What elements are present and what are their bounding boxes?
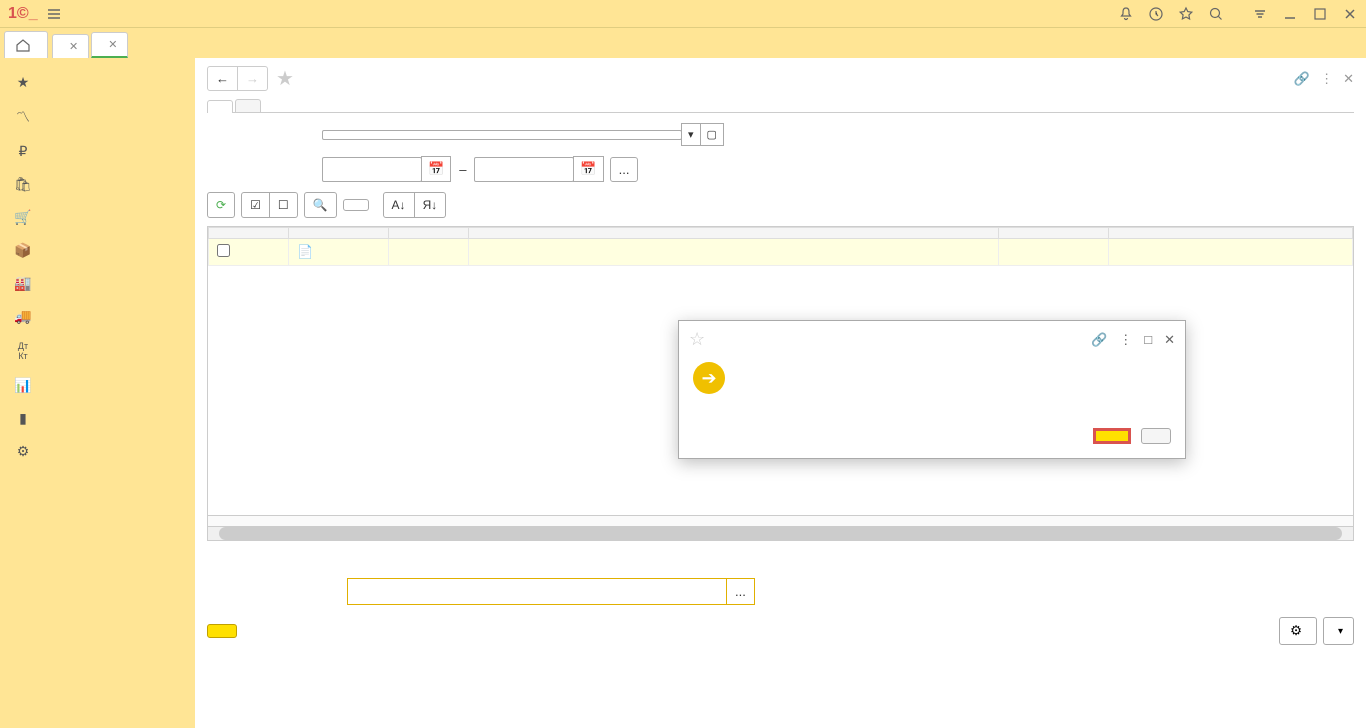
col-export[interactable]: [209, 228, 289, 239]
search-icon[interactable]: [1208, 5, 1224, 22]
tab-bank-exchange[interactable]: ✕: [91, 32, 128, 58]
refresh-button[interactable]: ⟳: [207, 192, 235, 218]
more-icon[interactable]: ⋮: [1320, 71, 1333, 87]
maximize-icon[interactable]: [1312, 5, 1328, 22]
sidebar-item-manager[interactable]: 〽: [0, 99, 195, 135]
maximize-icon[interactable]: □: [1144, 332, 1152, 348]
chart-icon: 〽: [14, 107, 32, 127]
bars-icon: 📊: [14, 377, 32, 394]
subtab-load[interactable]: [235, 99, 261, 112]
factory-icon: 🏭: [14, 275, 32, 292]
logo-1c: 1©_: [8, 5, 38, 23]
chevron-down-icon: ▾: [1338, 626, 1343, 637]
uncheck-all-button[interactable]: ☐: [270, 192, 298, 218]
ruble-icon: ₽: [14, 143, 32, 160]
link-icon[interactable]: 🔗: [1294, 71, 1310, 87]
sidebar-item-reports[interactable]: 📊: [0, 369, 195, 402]
sort-asc-button[interactable]: A↓: [383, 192, 415, 218]
book-icon: ▮: [14, 410, 32, 427]
content: ← → ★ 🔗 ⋮ ✕ ▾ ▢ 📅 –: [195, 58, 1366, 728]
forward-button[interactable]: →: [238, 67, 267, 90]
star-icon: ★: [14, 74, 32, 91]
sidebar-item-purchases[interactable]: 🛒: [0, 201, 195, 234]
star-icon[interactable]: [1178, 5, 1194, 22]
settings-button[interactable]: ⚙: [1279, 617, 1317, 645]
col-number[interactable]: [389, 228, 469, 239]
account-select[interactable]: [322, 130, 682, 140]
titlebar: 1©_: [0, 0, 1366, 28]
sidebar-item-catalogs[interactable]: ▮: [0, 402, 195, 435]
back-button[interactable]: ←: [208, 67, 238, 90]
close-icon[interactable]: ✕: [1164, 332, 1175, 348]
favorite-icon[interactable]: ★: [276, 66, 294, 91]
tab-close-icon[interactable]: ✕: [108, 38, 117, 51]
close-button[interactable]: [1141, 428, 1171, 444]
dtkr-icon: ДтКт: [14, 341, 32, 361]
bell-icon[interactable]: [1118, 5, 1134, 22]
sidebar-item-admin[interactable]: ⚙: [0, 435, 195, 468]
subtab-send[interactable]: [207, 100, 233, 113]
home-tab[interactable]: [4, 31, 48, 58]
tab-payments[interactable]: ✕: [52, 34, 89, 58]
hamburger-icon[interactable]: [46, 5, 62, 22]
close-page-icon[interactable]: ✕: [1343, 71, 1354, 87]
export-checkbox[interactable]: [217, 244, 230, 257]
minimize-icon[interactable]: [1282, 5, 1298, 22]
tabs-bar: ✕ ✕: [0, 28, 1366, 58]
col-date[interactable]: [289, 228, 389, 239]
date-from[interactable]: [322, 157, 422, 182]
file-path-input[interactable]: [347, 578, 727, 605]
cancel-search-button[interactable]: [343, 199, 369, 211]
gear-icon: ⚙: [1290, 623, 1302, 639]
totals-row: [207, 516, 1354, 527]
tab-close-icon[interactable]: ✕: [69, 40, 78, 53]
check-button[interactable]: [1093, 428, 1131, 444]
virus-check-dialog: ☆ 🔗 ⋮ □ ✕ ➔: [678, 320, 1186, 459]
sort-desc-button[interactable]: Я↓: [415, 192, 447, 218]
file-browse-button[interactable]: ...: [727, 578, 755, 605]
doc-icon: 📄: [297, 244, 313, 259]
find-button[interactable]: 🔍: [304, 192, 337, 218]
col-purpose[interactable]: [1109, 228, 1353, 239]
sidebar-item-main[interactable]: ★: [0, 66, 195, 99]
bag-icon: 🛍: [14, 176, 32, 193]
check-all-button[interactable]: ☑: [241, 192, 270, 218]
box-icon: 📦: [14, 242, 32, 259]
open-icon[interactable]: ▢: [700, 123, 724, 146]
sidebar-item-warehouse[interactable]: 📦: [0, 234, 195, 267]
col-blank: [469, 228, 999, 239]
upload-button[interactable]: [207, 624, 237, 638]
sidebar-item-production[interactable]: 🏭: [0, 267, 195, 300]
gear-icon: ⚙: [14, 443, 32, 460]
more-icon[interactable]: ⋮: [1119, 332, 1132, 348]
star-icon[interactable]: ☆: [689, 329, 705, 350]
truck-icon: 🚚: [14, 308, 32, 325]
sidebar: ★ 〽 ₽ 🛍 🛒 📦 🏭 🚚 ДтКт 📊 ▮ ⚙: [0, 58, 195, 728]
arrow-icon: ➔: [693, 362, 725, 394]
calendar-icon[interactable]: 📅: [573, 156, 603, 182]
menu-icon[interactable]: [1252, 5, 1268, 22]
more-button[interactable]: ▾: [1323, 617, 1354, 645]
link-icon[interactable]: 🔗: [1091, 332, 1107, 348]
h-scrollbar[interactable]: [207, 527, 1354, 541]
dropdown-icon[interactable]: ▾: [681, 123, 701, 146]
col-rs[interactable]: [999, 228, 1109, 239]
cart-icon: 🛒: [14, 209, 32, 226]
calendar-icon[interactable]: 📅: [421, 156, 451, 182]
sidebar-item-sales[interactable]: 🛍: [0, 168, 195, 201]
sidebar-item-assets[interactable]: 🚚: [0, 300, 195, 333]
date-to[interactable]: [474, 157, 574, 182]
history-icon[interactable]: [1148, 5, 1164, 22]
table-row[interactable]: 📄: [209, 239, 1353, 266]
close-icon[interactable]: [1342, 5, 1358, 22]
period-more-button[interactable]: ...: [610, 157, 639, 182]
sidebar-item-bank[interactable]: ₽: [0, 135, 195, 168]
sidebar-item-operations[interactable]: ДтКт: [0, 333, 195, 369]
